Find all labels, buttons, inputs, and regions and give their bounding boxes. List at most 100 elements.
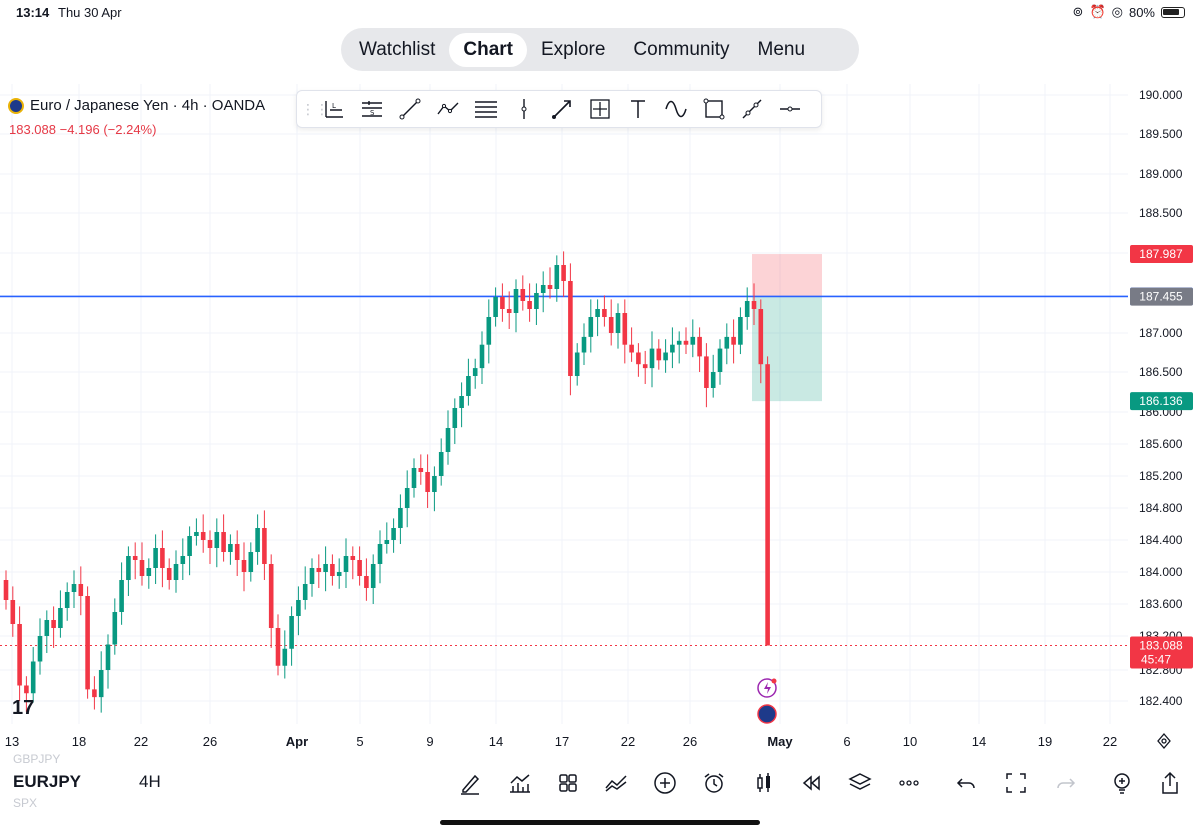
candle-body [187, 536, 192, 556]
short-position-tool[interactable]: S [353, 93, 391, 125]
brush-tool[interactable] [657, 93, 695, 125]
long-position-icon: L [325, 101, 343, 118]
candle-body [316, 568, 322, 572]
candle-body [615, 313, 621, 333]
replay-button[interactable] [796, 768, 826, 798]
idea-button[interactable] [1107, 768, 1137, 798]
add-button[interactable] [650, 768, 680, 798]
x-tick-label: 17 [555, 734, 569, 749]
layouts-button[interactable] [553, 768, 583, 798]
tab-menu[interactable]: Menu [744, 33, 820, 67]
price-chart[interactable]: 190.000189.500189.000188.500188.000187.0… [0, 84, 1199, 756]
interval-button[interactable]: 4H [139, 772, 161, 792]
compare-button[interactable] [601, 768, 631, 798]
symbol-header[interactable]: Euro / Japanese Yen · 4h · OANDA [8, 97, 265, 114]
chart-settings-icon[interactable] [1155, 732, 1173, 750]
x-tick-label: 5 [356, 734, 363, 749]
candle-body [438, 452, 444, 476]
candle-body [44, 620, 50, 636]
ray-icon [742, 99, 762, 119]
candle-body [561, 265, 566, 281]
share-button[interactable] [1155, 768, 1185, 798]
pen-icon [461, 774, 480, 795]
tab-community[interactable]: Community [619, 33, 743, 67]
candle-body [37, 636, 43, 662]
vertical-line-icon [521, 99, 527, 119]
symbol-title: Euro / Japanese Yen · 4h · OANDA [30, 97, 266, 114]
candle-body [255, 528, 260, 552]
y-tick-label: 184.000 [1139, 565, 1183, 579]
undo-button[interactable] [952, 768, 982, 798]
candle-body [330, 564, 335, 576]
parallel-channel-tool[interactable] [467, 93, 505, 125]
y-tick-label: 188.500 [1139, 206, 1183, 220]
indicators-button[interactable] [505, 768, 535, 798]
drag-handle-icon[interactable]: ⋮⋮ [301, 99, 329, 119]
candle-body [670, 344, 675, 353]
status-date: Thu 30 Apr [58, 5, 122, 20]
layers-button[interactable] [845, 768, 875, 798]
trend-line-tool[interactable] [391, 93, 429, 125]
candle-body [64, 592, 70, 608]
rectangle-tool[interactable] [695, 93, 733, 125]
event-dot [771, 678, 777, 684]
tab-chart[interactable]: Chart [449, 32, 527, 67]
battery-icon [1161, 6, 1185, 18]
candle-body [384, 540, 390, 544]
candle-body [765, 364, 770, 646]
candle-body [343, 556, 349, 572]
candle-body [656, 348, 662, 361]
rewind-icon [802, 775, 820, 791]
tradingview-logo: 17 [12, 697, 34, 719]
redo-button[interactable] [1050, 768, 1080, 798]
pen-tool-button[interactable] [455, 768, 485, 798]
brush-icon [665, 100, 687, 118]
candle-body [459, 396, 464, 408]
tab-explore[interactable]: Explore [527, 33, 619, 67]
y-tick-label: 184.400 [1139, 533, 1183, 547]
text-tool[interactable] [619, 93, 657, 125]
x-tick-label: 26 [203, 734, 217, 749]
undo-icon [956, 778, 975, 789]
vertical-line-tool[interactable] [505, 93, 543, 125]
fullscreen-icon [1006, 773, 1026, 793]
candle-body [622, 313, 628, 345]
redo-icon [1057, 778, 1076, 789]
more-icon [899, 780, 919, 786]
alert-button[interactable] [699, 768, 729, 798]
tab-watchlist[interactable]: Watchlist [345, 33, 449, 67]
candle-body [404, 488, 410, 508]
status-bar: 13:14 Thu 30 Apr ⊚ ⏰ ◎ 80% [0, 0, 1199, 24]
symbol-ticker-button[interactable]: EURJPY [13, 772, 81, 792]
candle-body [214, 532, 220, 548]
candle-body [588, 317, 594, 337]
last-price-label-countdown: 45:47 [1141, 653, 1171, 667]
indicators-icon [510, 774, 530, 793]
arrow-tool[interactable] [543, 93, 581, 125]
path-tool[interactable] [429, 93, 467, 125]
parallel-channel-icon [475, 101, 497, 118]
candle-body [194, 532, 199, 536]
candle-body [500, 297, 505, 309]
x-tick-label: 22 [621, 734, 635, 749]
candle-body [540, 285, 546, 293]
ray-tool[interactable] [733, 93, 771, 125]
more-button[interactable] [894, 768, 924, 798]
candle-body [513, 289, 519, 313]
fullscreen-button[interactable] [1001, 768, 1031, 798]
candle-body [398, 508, 403, 528]
candle-body [629, 344, 634, 353]
status-time: 13:14 [16, 5, 50, 20]
candle-body [92, 689, 97, 698]
candle-body [166, 568, 172, 580]
long-position-tool[interactable]: L [315, 93, 353, 125]
text-icon [631, 100, 645, 118]
candle-body [581, 336, 587, 353]
candle-body [751, 301, 757, 309]
screen-mirror-icon: ⊚ [1072, 4, 1084, 19]
chart-type-button[interactable] [749, 768, 779, 798]
candle-body [493, 297, 498, 317]
date-price-range-tool[interactable] [581, 93, 619, 125]
candle-body [71, 584, 77, 592]
horizontal-ray-tool[interactable] [771, 93, 809, 125]
